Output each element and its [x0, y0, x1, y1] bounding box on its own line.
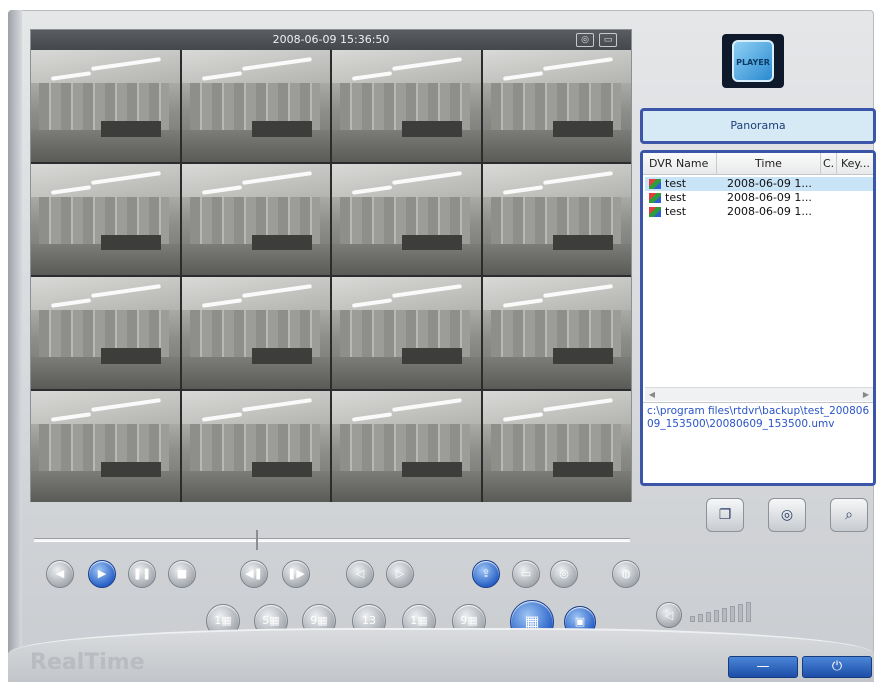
folder-button[interactable]: ❐ — [706, 498, 744, 532]
camera-view[interactable] — [332, 390, 481, 502]
slow-play-button[interactable]: ◁ — [346, 560, 374, 588]
video-display[interactable]: 2008-06-09 15:36:50 ◎ ▭ — [30, 29, 632, 502]
audio-tape-button[interactable]: ◍ — [612, 560, 640, 588]
camera-view[interactable] — [482, 390, 631, 502]
file-path: c:\program files\rtdvr\backup\test_20080… — [647, 405, 870, 430]
list-item[interactable]: test 2008-06-09 1... — [645, 191, 873, 205]
power-button[interactable]: ⏻ — [802, 656, 872, 678]
file-list-panel: DVR Name Time C. Key... test 2008-06-09 … — [640, 150, 876, 486]
camera-view[interactable] — [181, 163, 330, 275]
player-logo: PLAYER — [722, 34, 784, 88]
dvr-icon — [649, 207, 661, 217]
step-forward-button[interactable]: ❚▶ — [282, 560, 310, 588]
list-item[interactable]: test 2008-06-09 1... — [645, 205, 873, 219]
volume-bar — [738, 604, 743, 622]
step-back-button[interactable]: ◀❚ — [240, 560, 268, 588]
play-button[interactable]: ▶ — [88, 560, 116, 588]
list-item-time: 2008-06-09 1... — [727, 177, 812, 190]
volume-icon[interactable]: ◁ — [656, 602, 682, 628]
window-edge — [8, 10, 22, 682]
list-item[interactable]: test 2008-06-09 1... — [645, 177, 873, 191]
minimize-button[interactable]: — — [728, 656, 798, 678]
video-timestamp: 2008-06-09 15:36:50 — [272, 33, 390, 46]
camera-grid — [31, 50, 631, 502]
camera-view[interactable] — [31, 50, 180, 162]
logo-text: PLAYER — [732, 40, 774, 82]
snapshot-button[interactable]: ◎ — [550, 560, 578, 588]
dvr-icon — [649, 179, 661, 189]
volume-bar — [722, 608, 727, 622]
list-item-name: test — [665, 177, 687, 190]
volume-slider[interactable] — [686, 598, 756, 628]
fast-play-button[interactable]: ▷ — [386, 560, 414, 588]
video-header: 2008-06-09 15:36:50 ◎ ▭ — [31, 30, 631, 50]
print-button[interactable]: ▭ — [512, 560, 540, 588]
camera-view[interactable] — [181, 277, 330, 389]
screen-icon[interactable]: ▭ — [599, 33, 617, 47]
camera-view[interactable] — [482, 50, 631, 162]
mode-label: RealTime — [30, 650, 145, 675]
camera-view[interactable] — [482, 277, 631, 389]
dvr-icon — [649, 193, 661, 203]
volume-bar — [698, 614, 703, 622]
camera-view[interactable] — [332, 277, 481, 389]
file-list-header: DVR Name Time C. Key... — [643, 153, 873, 175]
horizontal-scrollbar[interactable]: ◀ ▶ — [645, 387, 873, 401]
volume-bar — [690, 616, 695, 622]
column-key[interactable]: Key... — [837, 153, 873, 175]
column-c[interactable]: C. — [821, 153, 837, 175]
camera-view[interactable] — [31, 277, 180, 389]
volume-bar — [746, 602, 751, 622]
export-button[interactable]: ⇪ — [472, 560, 500, 588]
timeline-thumb[interactable] — [256, 530, 264, 550]
column-time[interactable]: Time — [717, 153, 821, 175]
scroll-left-icon[interactable]: ◀ — [645, 388, 659, 402]
rewind-button[interactable]: ◀ — [46, 560, 74, 588]
divider — [643, 402, 873, 403]
scroll-right-icon[interactable]: ▶ — [859, 388, 873, 402]
timeline-slider[interactable] — [34, 538, 630, 542]
camera-view[interactable] — [31, 390, 180, 502]
camera-view[interactable] — [181, 50, 330, 162]
camera-view[interactable] — [332, 163, 481, 275]
camera-view[interactable] — [332, 50, 481, 162]
volume-bar — [706, 612, 711, 622]
search-snapshot-button[interactable]: ◎ — [768, 498, 806, 532]
list-item-name: test — [665, 205, 687, 218]
camera-view[interactable] — [31, 163, 180, 275]
volume-bar — [730, 606, 735, 622]
volume-bar — [714, 610, 719, 622]
column-dvr-name[interactable]: DVR Name — [643, 153, 717, 175]
panorama-button[interactable]: Panorama — [640, 108, 876, 144]
list-item-time: 2008-06-09 1... — [727, 191, 812, 204]
list-item-name: test — [665, 191, 687, 204]
search-zoom-button[interactable]: ⌕ — [830, 498, 868, 532]
camera-icon[interactable]: ◎ — [576, 33, 594, 47]
pause-button[interactable]: ❚❚ — [128, 560, 156, 588]
camera-view[interactable] — [482, 163, 631, 275]
list-item-time: 2008-06-09 1... — [727, 205, 812, 218]
stop-button[interactable]: ■ — [168, 560, 196, 588]
camera-view[interactable] — [181, 390, 330, 502]
